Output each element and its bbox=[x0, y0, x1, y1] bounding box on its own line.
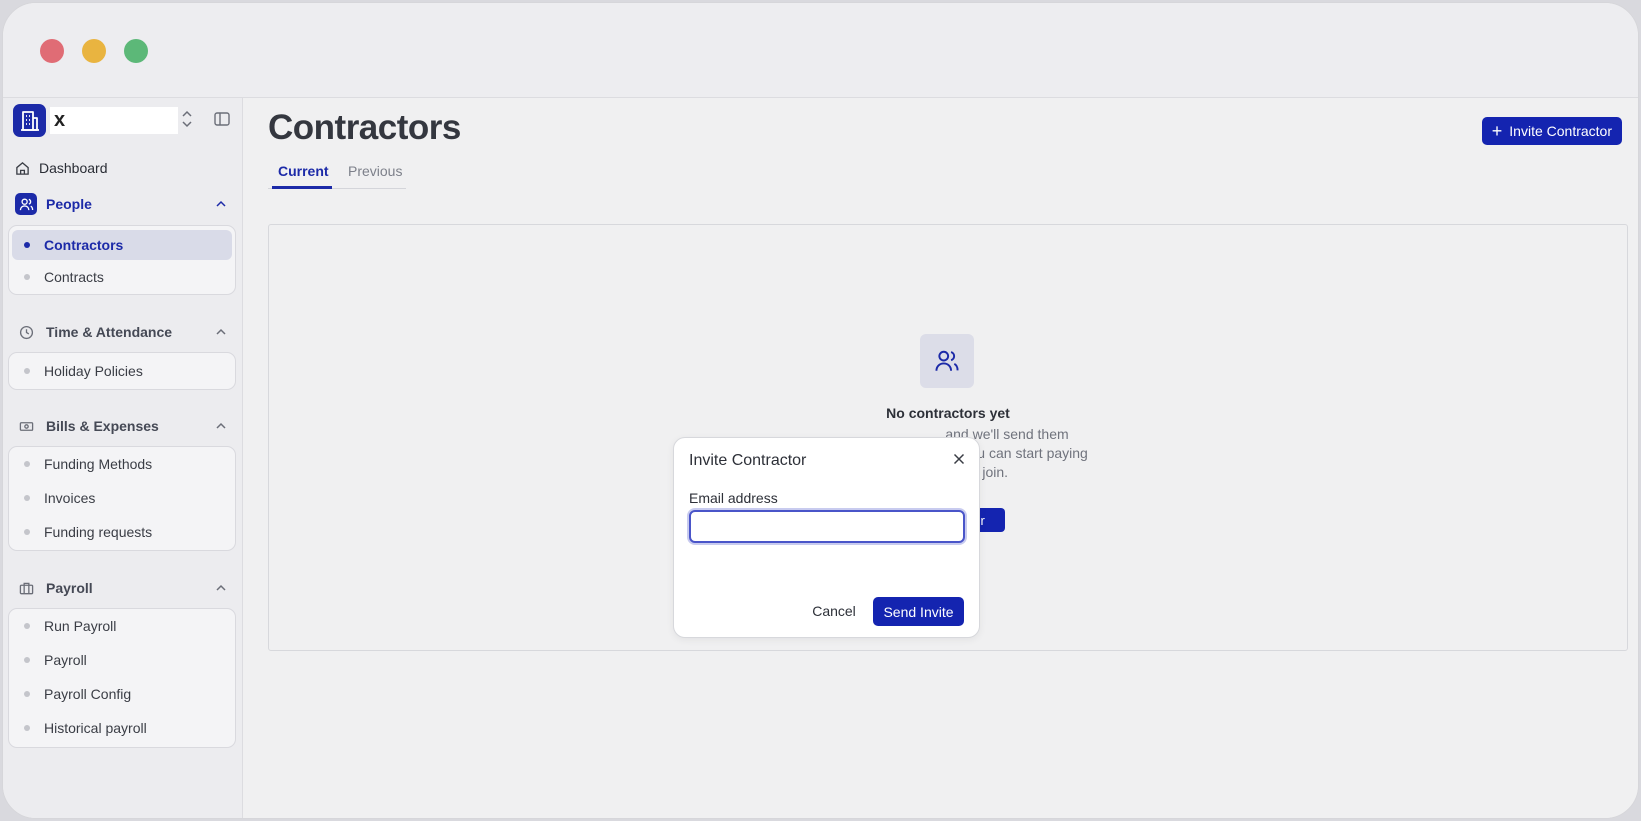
chevron-up-down-icon[interactable] bbox=[181, 110, 193, 128]
sidebar-item-invoices[interactable]: Invoices bbox=[9, 481, 235, 515]
workspace-name-input[interactable]: x bbox=[50, 107, 178, 134]
send-invite-button[interactable]: Send Invite bbox=[873, 597, 964, 626]
people-group: Contractors Contracts bbox=[8, 225, 236, 295]
section-label: Bills & Expenses bbox=[46, 418, 159, 434]
invite-contractor-button[interactable]: + Invite Contractor bbox=[1481, 117, 1622, 145]
payroll-group: Run Payroll Payroll Payroll Config Histo… bbox=[8, 608, 236, 748]
tab-previous[interactable]: Previous bbox=[348, 163, 402, 179]
sidebar-item-label: Dashboard bbox=[39, 160, 108, 176]
time-attendance-group: Holiday Policies bbox=[8, 352, 236, 390]
minimize-window-button[interactable] bbox=[82, 39, 106, 63]
sidebar-item-holiday-policies[interactable]: Holiday Policies bbox=[9, 353, 235, 389]
clock-icon bbox=[15, 321, 37, 343]
sidebar-item-run-payroll[interactable]: Run Payroll bbox=[9, 609, 235, 643]
active-tab-indicator bbox=[272, 186, 332, 189]
briefcase-icon bbox=[15, 577, 37, 599]
sidebar-item-payroll-config[interactable]: Payroll Config bbox=[9, 677, 235, 711]
tabs: Current Previous bbox=[268, 159, 406, 189]
chevron-up-icon bbox=[216, 422, 226, 429]
section-label: People bbox=[46, 196, 92, 212]
sidebar-item-label: Contractors bbox=[44, 237, 124, 253]
tab-current[interactable]: Current bbox=[278, 163, 329, 179]
plus-icon: + bbox=[1491, 121, 1503, 141]
close-icon[interactable] bbox=[952, 452, 966, 466]
email-field[interactable] bbox=[689, 510, 965, 543]
sidebar-item-label: Contracts bbox=[44, 269, 104, 285]
bills-expenses-group: Funding Methods Invoices Funding request… bbox=[8, 446, 236, 551]
section-people[interactable]: People bbox=[15, 191, 235, 217]
chevron-up-icon bbox=[216, 584, 226, 591]
sidebar-item-label: Holiday Policies bbox=[44, 363, 143, 379]
title-bar bbox=[3, 3, 1638, 98]
section-time-attendance[interactable]: Time & Attendance bbox=[15, 319, 235, 345]
sidebar-item-label: Funding requests bbox=[44, 524, 153, 540]
sidebar-item-historical-payroll[interactable]: Historical payroll bbox=[9, 711, 235, 745]
sidebar-item-payroll[interactable]: Payroll bbox=[9, 643, 235, 677]
sidebar-item-contracts[interactable]: Contracts bbox=[9, 260, 235, 294]
app-window: x Dashboard People Contractors Contracts… bbox=[2, 2, 1639, 819]
building-icon[interactable] bbox=[13, 104, 46, 137]
sidebar-item-dashboard[interactable]: Dashboard bbox=[15, 156, 108, 180]
section-label: Payroll bbox=[46, 580, 93, 596]
banknote-icon bbox=[15, 415, 37, 437]
empty-state-title: No contractors yet bbox=[886, 405, 1010, 421]
button-label: Invite Contractor bbox=[1509, 123, 1612, 139]
sidebar-item-label: Payroll bbox=[44, 652, 87, 668]
users-icon bbox=[15, 193, 37, 215]
sidebar-item-label: Invoices bbox=[44, 490, 96, 506]
chevron-up-icon bbox=[216, 328, 226, 335]
sidebar-item-label: Funding Methods bbox=[44, 456, 153, 472]
sidebar-item-funding-requests[interactable]: Funding requests bbox=[9, 515, 235, 549]
close-window-button[interactable] bbox=[40, 39, 64, 63]
sidebar-item-label: Run Payroll bbox=[44, 618, 117, 634]
invite-contractor-dialog: Invite Contractor Email address Cancel S… bbox=[673, 437, 980, 638]
sidebar-item-contractors[interactable]: Contractors bbox=[12, 230, 232, 260]
dialog-title: Invite Contractor bbox=[689, 452, 807, 469]
chevron-up-icon bbox=[216, 200, 226, 207]
page-title: Contractors bbox=[268, 108, 461, 147]
sidebar: x Dashboard People Contractors Contracts… bbox=[3, 98, 243, 818]
users-icon bbox=[920, 334, 974, 388]
section-bills-expenses[interactable]: Bills & Expenses bbox=[15, 413, 235, 439]
sidebar-item-label: Payroll Config bbox=[44, 686, 132, 702]
maximize-window-button[interactable] bbox=[124, 39, 148, 63]
sidebar-toggle-icon[interactable] bbox=[214, 111, 230, 127]
email-label: Email address bbox=[689, 490, 778, 506]
sidebar-item-funding-methods[interactable]: Funding Methods bbox=[9, 447, 235, 481]
section-payroll[interactable]: Payroll bbox=[15, 575, 235, 601]
cancel-button[interactable]: Cancel bbox=[812, 597, 856, 625]
sidebar-item-label: Historical payroll bbox=[44, 720, 147, 736]
home-icon bbox=[16, 161, 29, 175]
section-label: Time & Attendance bbox=[46, 324, 173, 340]
